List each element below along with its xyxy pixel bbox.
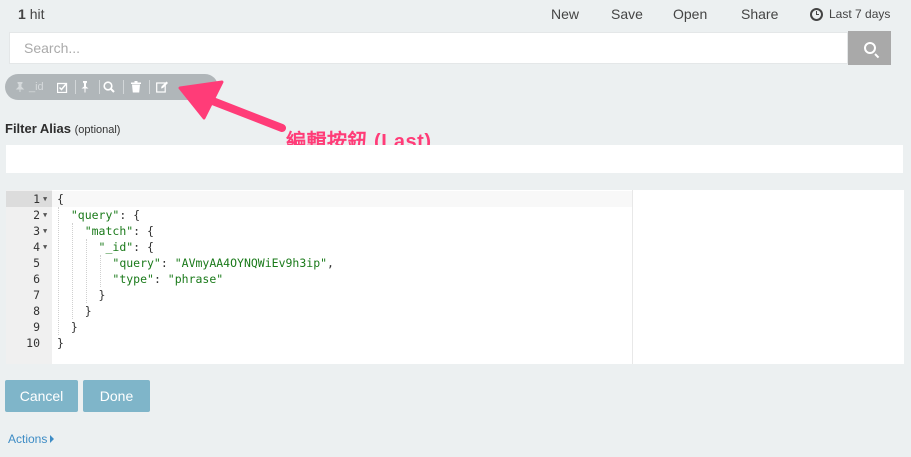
code-line: "match": { <box>84 224 154 238</box>
line-number: 1 <box>33 192 40 206</box>
fold-arrow-icon[interactable]: ▼ <box>43 239 47 255</box>
edit-icon[interactable] <box>155 80 169 94</box>
line-number: 7 <box>33 288 40 302</box>
line-number: 6 <box>33 272 40 286</box>
fold-arrow-icon[interactable]: ▼ <box>43 207 47 223</box>
query-editor[interactable]: 1 2 3 4 5 6 7 8 9 10 ▼ ▼ ▼ ▼ { "query": … <box>6 190 904 364</box>
pin-icon[interactable] <box>78 80 92 94</box>
line-number: 3 <box>33 224 40 238</box>
code-line: } <box>57 336 64 350</box>
filter-alias-title-text: Filter Alias <box>5 121 71 136</box>
hit-count-label: hit <box>29 6 45 22</box>
line-number: 2 <box>33 208 40 222</box>
pill-divider <box>123 80 124 94</box>
search-icon <box>863 42 876 54</box>
line-number: 10 <box>26 336 40 350</box>
code-line: "_id": { <box>98 240 154 254</box>
time-picker[interactable]: Last 7 days <box>810 7 890 21</box>
code-line: } <box>70 320 78 334</box>
code-line: "query": { <box>70 208 141 222</box>
line-number: 5 <box>33 256 40 270</box>
top-bar: 1 hit New Save Open Share Last 7 days <box>0 0 911 30</box>
hit-count-number: 1 <box>18 6 26 22</box>
pill-divider <box>99 80 100 94</box>
code-line: "type": "phrase" <box>112 272 224 286</box>
fold-arrow-icon[interactable]: ▼ <box>43 191 47 207</box>
clock-icon <box>810 7 823 21</box>
new-link[interactable]: New <box>551 6 579 22</box>
line-number: 4 <box>33 240 40 254</box>
cancel-button[interactable]: Cancel <box>5 380 78 412</box>
code-line: } <box>84 304 92 318</box>
time-range-label: Last 7 days <box>829 7 891 21</box>
save-link[interactable]: Save <box>611 6 643 22</box>
code-line: } <box>98 288 106 302</box>
editor-print-margin <box>632 190 633 364</box>
filter-alias-title: Filter Alias (optional) <box>5 121 120 136</box>
caret-right-icon <box>50 435 55 443</box>
trash-icon[interactable] <box>129 80 143 94</box>
done-button[interactable]: Done <box>83 380 150 412</box>
code-line: "query": "AVmyAA4OYNQWiEv9h3ip", <box>112 256 334 270</box>
hit-count: 1 hit <box>18 6 44 22</box>
search-button[interactable] <box>848 31 891 65</box>
line-number: 9 <box>33 320 40 334</box>
line-number: 8 <box>33 304 40 318</box>
open-link[interactable]: Open <box>673 6 707 22</box>
filter-alias-optional: (optional) <box>74 124 121 136</box>
filter-pill-label: _id <box>29 81 44 93</box>
pill-divider <box>75 80 76 94</box>
pin-icon <box>15 82 25 92</box>
search-input[interactable] <box>9 32 848 64</box>
actions-link[interactable]: Actions <box>8 432 55 446</box>
filter-pill[interactable]: _id <box>5 74 218 100</box>
pill-divider <box>149 80 150 94</box>
editor-active-line <box>52 191 632 207</box>
actions-label: Actions <box>8 432 48 446</box>
share-link[interactable]: Share <box>741 6 778 22</box>
filter-alias-input[interactable] <box>6 145 903 173</box>
check-square-icon[interactable] <box>55 80 69 94</box>
code-line: { <box>57 192 64 206</box>
fold-arrow-icon[interactable]: ▼ <box>43 223 47 239</box>
zoom-icon[interactable] <box>102 80 116 94</box>
